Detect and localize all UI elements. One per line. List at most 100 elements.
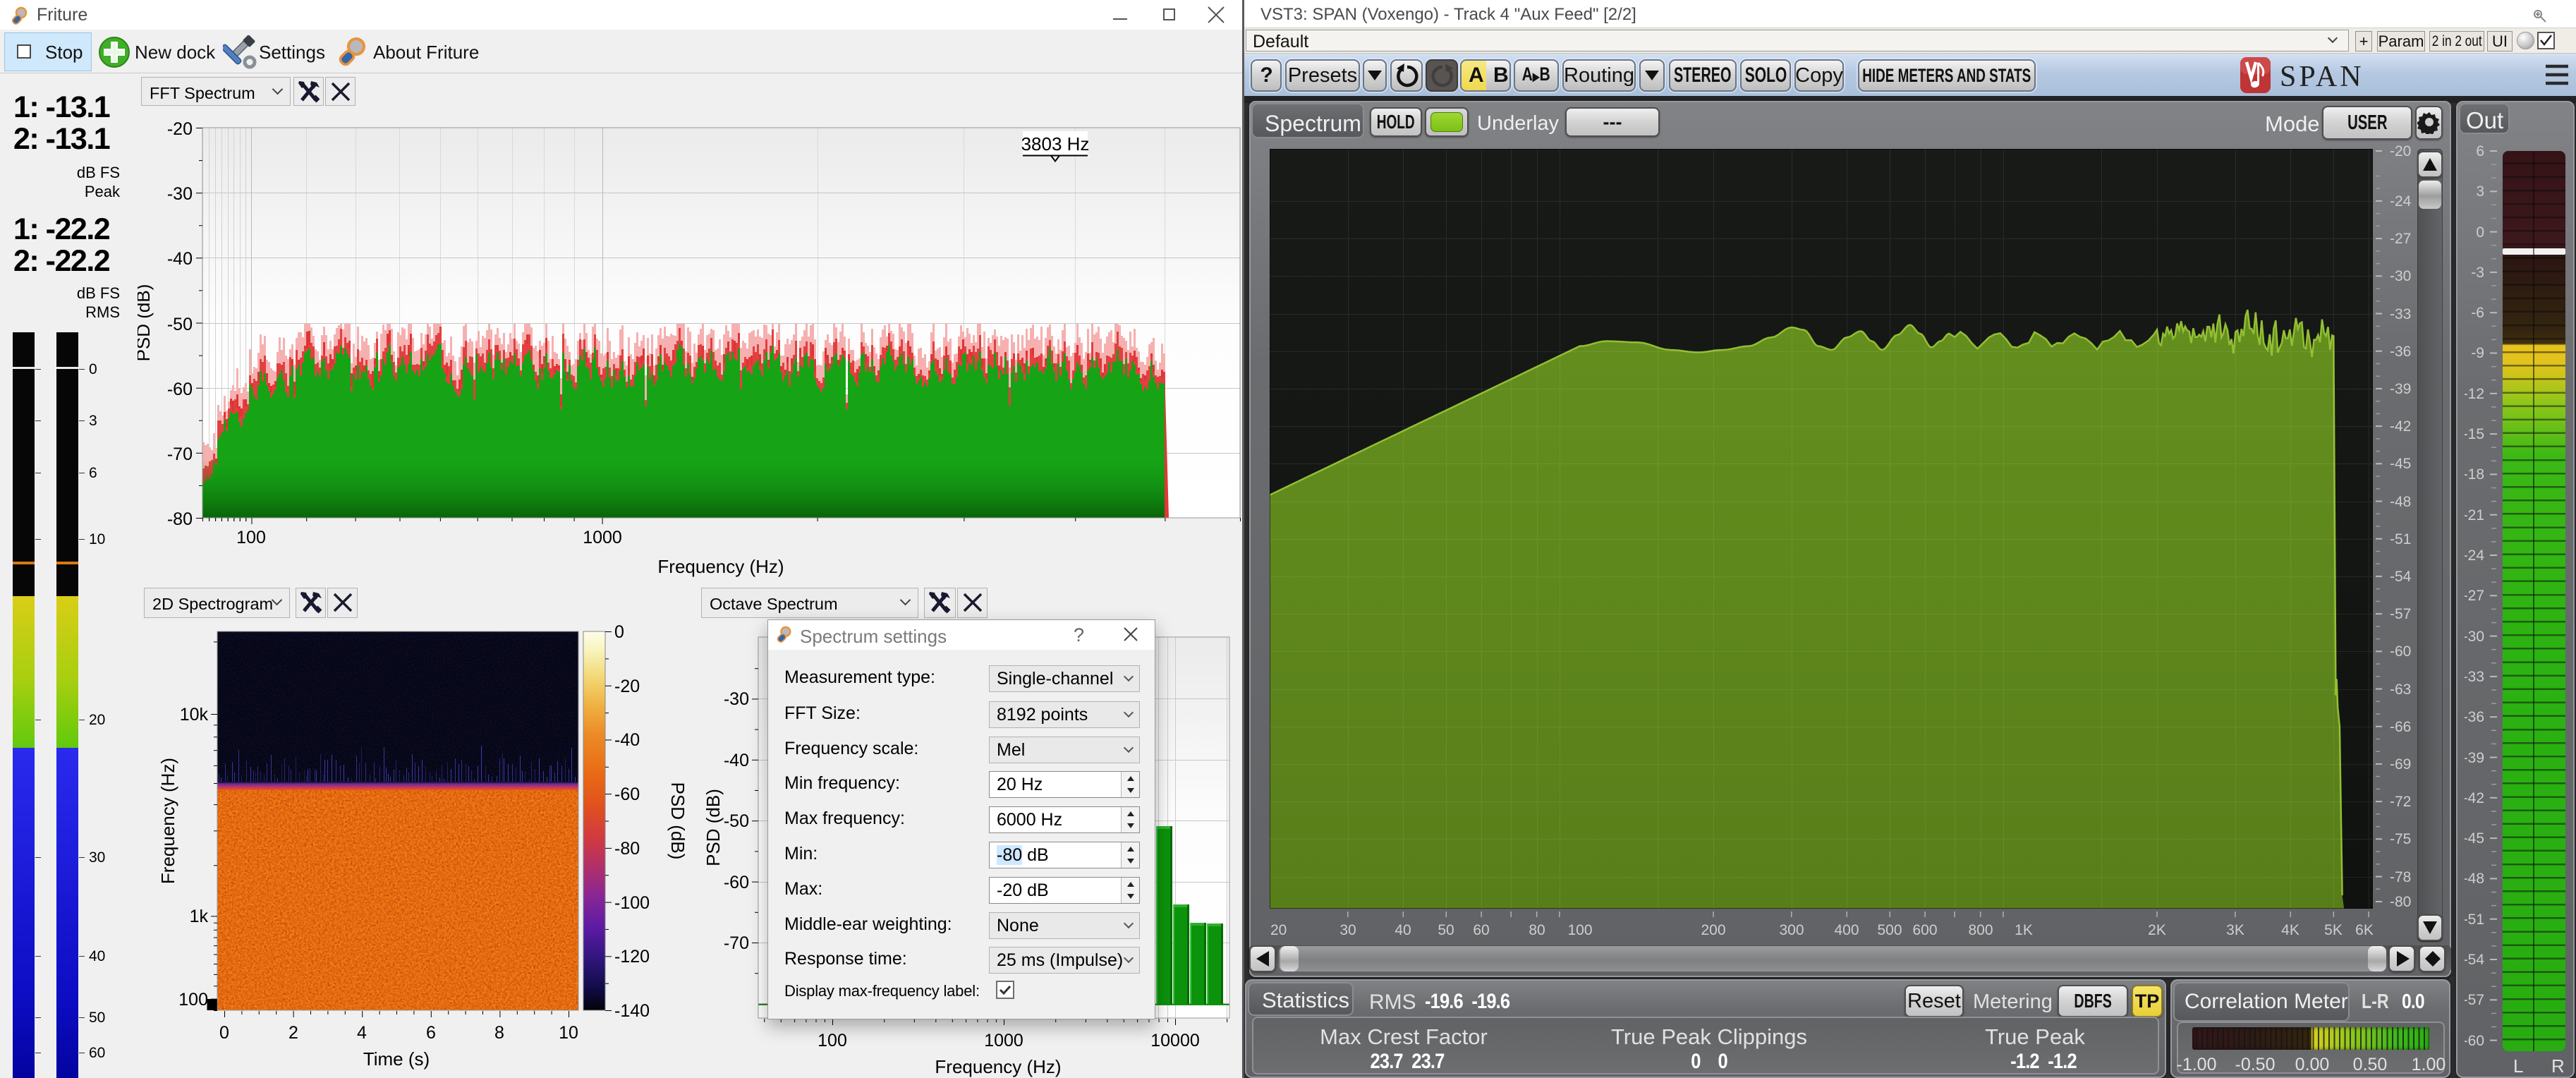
svg-text:-6: -6 bbox=[2471, 305, 2484, 321]
svg-text:-45: -45 bbox=[2465, 830, 2484, 847]
svg-text:-40: -40 bbox=[167, 249, 193, 269]
svg-text:-51: -51 bbox=[2465, 912, 2484, 928]
svg-text:4: 4 bbox=[357, 1023, 367, 1043]
svg-text:60: 60 bbox=[1473, 922, 1489, 938]
svg-text:Frequency (Hz): Frequency (Hz) bbox=[935, 1056, 1061, 1077]
svg-text:-20: -20 bbox=[167, 119, 193, 139]
svg-text:PSD (dB): PSD (dB) bbox=[703, 789, 724, 866]
svg-text:600: 600 bbox=[1912, 922, 1937, 938]
svg-text:0: 0 bbox=[219, 1023, 229, 1043]
svg-text:-9: -9 bbox=[2471, 345, 2484, 361]
svg-text:-66: -66 bbox=[2390, 719, 2411, 735]
svg-text:500: 500 bbox=[1877, 922, 1902, 938]
svg-text:50: 50 bbox=[1438, 922, 1454, 938]
svg-text:-24: -24 bbox=[2390, 193, 2412, 210]
svg-text:10: 10 bbox=[89, 531, 105, 547]
svg-text:Frequency (Hz): Frequency (Hz) bbox=[657, 556, 784, 577]
svg-text:-70: -70 bbox=[167, 444, 193, 464]
svg-text:8: 8 bbox=[494, 1023, 504, 1043]
svg-text:-33: -33 bbox=[2465, 669, 2484, 685]
svg-text:-40: -40 bbox=[614, 730, 640, 750]
svg-text:800: 800 bbox=[1968, 922, 1993, 938]
svg-text:-48: -48 bbox=[2390, 494, 2411, 510]
svg-text:6: 6 bbox=[426, 1023, 436, 1043]
svg-text:-27: -27 bbox=[2465, 588, 2484, 604]
svg-text:-20: -20 bbox=[614, 677, 640, 696]
svg-text:-54: -54 bbox=[2465, 952, 2484, 968]
svg-text:PSD (dB): PSD (dB) bbox=[138, 284, 154, 362]
svg-text:0: 0 bbox=[89, 361, 97, 377]
svg-text:3: 3 bbox=[2476, 183, 2484, 200]
svg-text:-60: -60 bbox=[2465, 1033, 2484, 1049]
svg-text:6K: 6K bbox=[2355, 922, 2373, 938]
svg-text:-21: -21 bbox=[2465, 507, 2484, 523]
svg-text:50: 50 bbox=[89, 1010, 105, 1026]
svg-text:100: 100 bbox=[1567, 922, 1592, 938]
svg-text:-42: -42 bbox=[2465, 790, 2484, 806]
svg-text:-60: -60 bbox=[2390, 643, 2411, 660]
svg-text:100: 100 bbox=[178, 990, 208, 1010]
svg-text:1k: 1k bbox=[190, 907, 209, 926]
svg-text:-57: -57 bbox=[2465, 992, 2484, 1008]
svg-text:-80: -80 bbox=[2390, 894, 2411, 910]
svg-text:5K: 5K bbox=[2324, 922, 2343, 938]
svg-text:20: 20 bbox=[89, 712, 105, 728]
svg-text:-30: -30 bbox=[2465, 629, 2484, 645]
svg-text:-100: -100 bbox=[614, 893, 650, 913]
svg-text:-12: -12 bbox=[2465, 386, 2484, 402]
svg-text:10k: 10k bbox=[180, 705, 209, 725]
svg-text:-75: -75 bbox=[2390, 831, 2411, 847]
svg-text:-3: -3 bbox=[2471, 265, 2484, 281]
svg-text:-60: -60 bbox=[724, 873, 749, 892]
svg-text:-36: -36 bbox=[2465, 709, 2484, 725]
svg-text:-40: -40 bbox=[724, 751, 749, 770]
svg-text:-54: -54 bbox=[2390, 569, 2412, 585]
svg-text:0: 0 bbox=[614, 622, 624, 642]
svg-text:-70: -70 bbox=[724, 933, 749, 953]
svg-text:10000: 10000 bbox=[1150, 1031, 1200, 1050]
svg-text:-30: -30 bbox=[167, 184, 193, 204]
svg-text:-48: -48 bbox=[2465, 871, 2484, 887]
svg-text:-72: -72 bbox=[2390, 794, 2411, 810]
svg-text:-27: -27 bbox=[2390, 231, 2411, 247]
svg-text:-57: -57 bbox=[2390, 606, 2411, 622]
svg-text:-33: -33 bbox=[2390, 306, 2411, 322]
svg-text:6: 6 bbox=[89, 465, 97, 481]
svg-text:-45: -45 bbox=[2390, 456, 2411, 472]
svg-text:0: 0 bbox=[2476, 224, 2484, 241]
svg-text:PSD (dB): PSD (dB) bbox=[667, 782, 688, 860]
svg-text:60: 60 bbox=[89, 1045, 105, 1061]
svg-text:2K: 2K bbox=[2148, 922, 2166, 938]
svg-text:40: 40 bbox=[1395, 922, 1411, 938]
svg-text:3K: 3K bbox=[2226, 922, 2244, 938]
svg-text:-80: -80 bbox=[167, 509, 193, 529]
svg-text:40: 40 bbox=[89, 948, 105, 964]
svg-text:30: 30 bbox=[1339, 922, 1356, 938]
svg-text:-60: -60 bbox=[167, 380, 193, 399]
svg-text:-20: -20 bbox=[2390, 145, 2411, 159]
svg-text:-50: -50 bbox=[167, 315, 193, 334]
svg-text:2: 2 bbox=[288, 1023, 298, 1043]
svg-text:-60: -60 bbox=[614, 785, 640, 804]
svg-text:100: 100 bbox=[818, 1031, 847, 1050]
svg-text:-69: -69 bbox=[2390, 756, 2411, 773]
svg-text:Time (s): Time (s) bbox=[363, 1048, 430, 1070]
svg-text:-42: -42 bbox=[2390, 418, 2411, 435]
svg-text:-39: -39 bbox=[2390, 381, 2411, 397]
svg-text:3: 3 bbox=[89, 413, 97, 429]
svg-text:-36: -36 bbox=[2390, 344, 2411, 360]
svg-text:-18: -18 bbox=[2465, 466, 2484, 483]
svg-text:-120: -120 bbox=[614, 947, 650, 967]
svg-text:-50: -50 bbox=[724, 811, 749, 831]
svg-text:300: 300 bbox=[1779, 922, 1804, 938]
svg-text:6: 6 bbox=[2476, 145, 2484, 159]
svg-text:-39: -39 bbox=[2465, 750, 2484, 766]
svg-text:4K: 4K bbox=[2281, 922, 2299, 938]
svg-text:1000: 1000 bbox=[984, 1031, 1023, 1050]
svg-text:10: 10 bbox=[559, 1023, 578, 1043]
svg-text:-78: -78 bbox=[2390, 869, 2411, 885]
svg-text:-30: -30 bbox=[724, 689, 749, 709]
svg-text:400: 400 bbox=[1834, 922, 1859, 938]
svg-text:-15: -15 bbox=[2465, 426, 2484, 442]
svg-text:-30: -30 bbox=[2390, 268, 2411, 284]
